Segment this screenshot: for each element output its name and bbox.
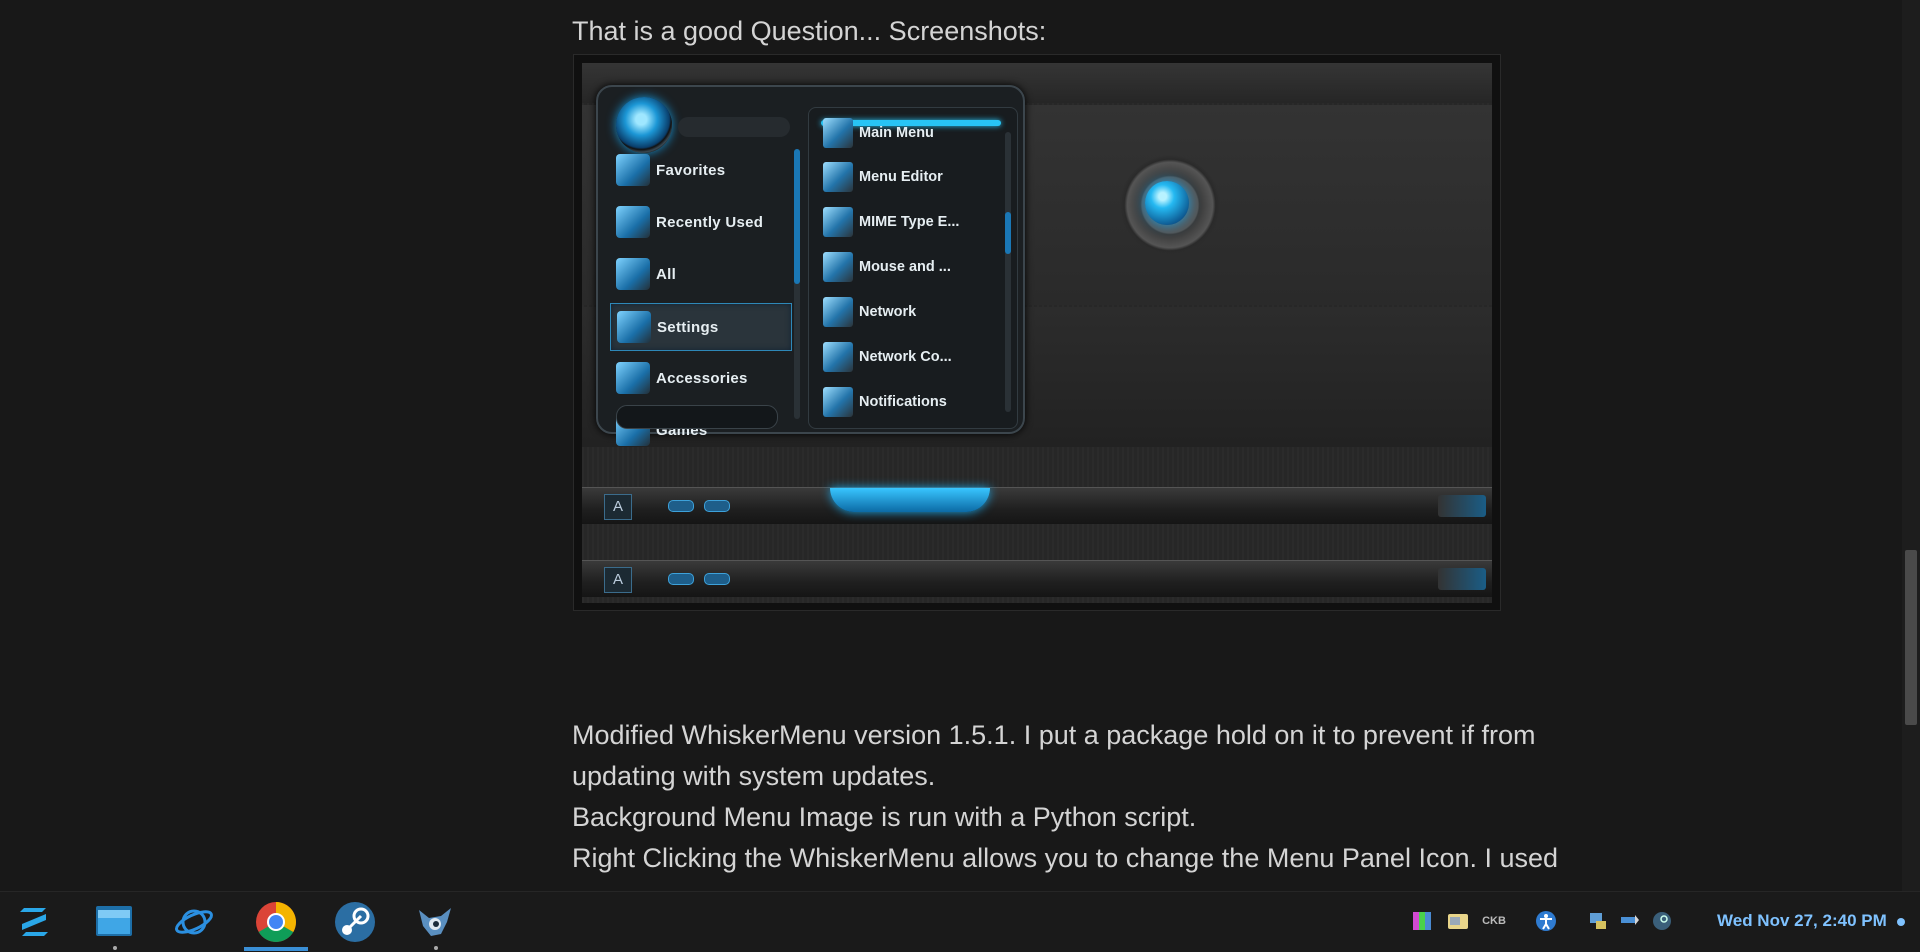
post-intro-text: That is a good Question... Screenshots: [572, 16, 1047, 46]
panel-tray [1438, 568, 1486, 590]
app-mime-type-editor[interactable]: MIME Type E... [823, 201, 1003, 243]
network-icon [823, 297, 853, 327]
category-recently-used[interactable]: Recently Used [610, 199, 790, 245]
category-label: All [656, 265, 677, 283]
settings-icon [617, 311, 651, 343]
panel-workspace-button[interactable] [704, 573, 730, 585]
app-label: Main Menu [859, 125, 934, 141]
network-status-icon[interactable] [1586, 909, 1610, 933]
panel-bottom: A [582, 560, 1492, 597]
app-mouse-and-touchpad[interactable]: Mouse and ... [823, 246, 1003, 288]
app-list: Main Menu Menu Editor MIME Type E... Mou… [808, 107, 1018, 429]
post-paragraph: updating with system updates. [572, 761, 936, 791]
post-paragraph: Background Menu Image is run with a Pyth… [572, 802, 1197, 832]
menu-orb-icon [616, 97, 672, 153]
category-label: Accessories [656, 369, 748, 387]
desktop-orb-icon [1145, 181, 1189, 225]
accessibility-icon[interactable] [1534, 909, 1558, 933]
clock[interactable]: Wed Nov 27, 2:40 PM [1717, 911, 1887, 931]
category-all[interactable]: All [610, 251, 790, 297]
category-list: Favorites Recently Used All Settings Acc… [610, 147, 798, 446]
forum-post-page: That is a good Question... Screenshots: … [0, 0, 1902, 891]
whisker-menu: Favorites Recently Used All Settings Acc… [596, 85, 1025, 446]
category-accessories[interactable]: Accessories [610, 355, 790, 401]
app-network[interactable]: Network [823, 291, 1003, 333]
menu-search-field[interactable] [616, 405, 778, 429]
main-menu-icon [823, 118, 853, 148]
app-label: Mouse and ... [859, 259, 951, 275]
mouse-icon [823, 252, 853, 282]
scroll-thumb[interactable] [794, 149, 800, 284]
app-label: Network [859, 304, 917, 320]
category-label: Favorites [656, 161, 726, 179]
app-scrollbar[interactable] [1005, 132, 1011, 412]
embedded-screenshot[interactable]: Favorites Recently Used All Settings Acc… [573, 54, 1501, 611]
panel-glow [830, 488, 990, 512]
chrome-icon[interactable] [254, 900, 298, 944]
running-indicator [113, 946, 117, 950]
post-paragraph: Right Clicking the WhiskerMenu allows yo… [572, 843, 1559, 873]
panel-top: A [582, 487, 1492, 524]
menu-editor-icon [823, 162, 853, 192]
desktop-background: Favorites Recently Used All Settings Acc… [582, 63, 1492, 603]
category-scrollbar[interactable] [794, 149, 800, 419]
app-label: Network Co... [859, 349, 952, 365]
screenshot-tool-icon[interactable] [1446, 909, 1470, 933]
page-scroll-thumb[interactable] [1905, 550, 1917, 725]
page-scrollbar[interactable] [1902, 0, 1920, 891]
panel-tray [1438, 495, 1486, 517]
category-favorites[interactable]: Favorites [610, 147, 790, 193]
favorites-icon [616, 154, 650, 186]
app-label: MIME Type E... [859, 214, 960, 230]
app-main-menu[interactable]: Main Menu [823, 112, 1003, 154]
panel-launcher-button[interactable]: A [604, 494, 632, 520]
mime-type-icon [823, 207, 853, 237]
taskbar: CKB Wed Nov 27, 2:40 PM [0, 891, 1920, 952]
steam-tray-icon[interactable] [1650, 909, 1674, 933]
category-label: Recently Used [656, 213, 764, 231]
browser-planet-icon[interactable] [172, 900, 216, 944]
app-menu-editor[interactable]: Menu Editor [823, 156, 1003, 198]
running-indicator [434, 946, 438, 950]
category-settings[interactable]: Settings [610, 303, 792, 351]
panel-workspace-button[interactable] [668, 500, 694, 512]
menu-header-bar [678, 117, 790, 137]
gimp-icon[interactable] [413, 900, 457, 944]
panel-workspace-button[interactable] [668, 573, 694, 585]
app-network-connections[interactable]: Network Co... [823, 336, 1003, 378]
active-app-indicator [244, 947, 308, 951]
app-notifications[interactable]: Notifications [823, 381, 1003, 423]
panel-launcher-button[interactable]: A [604, 567, 632, 593]
all-icon [616, 258, 650, 290]
scroll-thumb[interactable] [1005, 212, 1011, 254]
accessories-icon [616, 362, 650, 394]
keyboard-layout-indicator[interactable]: CKB [1482, 909, 1506, 933]
app-label: Menu Editor [859, 169, 943, 185]
notification-dot-icon [1897, 918, 1905, 926]
notifications-icon [823, 387, 853, 417]
category-label: Settings [657, 318, 719, 336]
panel-workspace-button[interactable] [704, 500, 730, 512]
files-icon[interactable] [92, 900, 136, 944]
zorin-menu-icon[interactable] [12, 900, 56, 944]
post-paragraph: Modified WhiskerMenu version 1.5.1. I pu… [572, 720, 1536, 750]
updates-icon[interactable] [1618, 909, 1642, 933]
app-label: Notifications [859, 394, 947, 410]
steam-icon[interactable] [333, 900, 377, 944]
recently-used-icon [616, 206, 650, 238]
color-picker-icon[interactable] [1410, 909, 1434, 933]
network-connections-icon [823, 342, 853, 372]
